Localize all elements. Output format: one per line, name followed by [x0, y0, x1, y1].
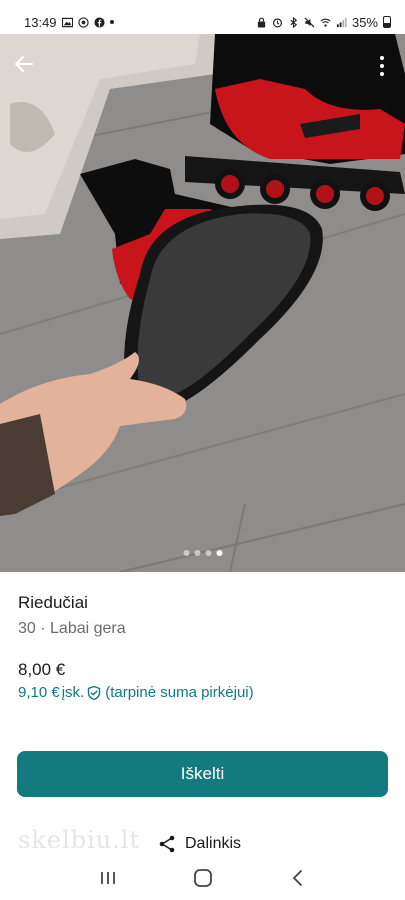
system-back-button[interactable]	[278, 858, 318, 898]
listing-title: Riedučiai	[18, 593, 88, 612]
pager-dot[interactable]	[205, 550, 211, 556]
buyer-price-detail: (tarpinė suma pirkėjui)	[105, 684, 254, 701]
status-right: 35%	[256, 15, 391, 30]
pager-dot[interactable]	[183, 550, 189, 556]
listing-condition: Labai gera	[50, 620, 126, 637]
share-icon	[159, 835, 175, 853]
bump-listing-button[interactable]: Iškelti	[17, 751, 388, 797]
home-icon	[193, 868, 212, 887]
status-left: 13:49	[24, 15, 114, 30]
photo-image	[0, 34, 405, 572]
more-vertical-icon-dot	[380, 56, 384, 60]
share-label: Dalinkis	[185, 835, 242, 852]
buyer-price-row[interactable]: 9,10 € įsk. (tarpinė suma pirkėjui)	[18, 684, 254, 701]
subtitle-separator: ·	[40, 620, 46, 637]
pager-dot[interactable]	[194, 550, 200, 556]
pager-dot-active[interactable]	[216, 550, 222, 556]
buyer-price: 9,10 €	[18, 684, 60, 701]
battery-percentage: 35%	[351, 14, 378, 30]
back-button[interactable]	[8, 48, 40, 80]
arrow-left-icon	[15, 56, 33, 72]
facebook-notification-icon	[94, 16, 105, 28]
listing-subtitle: 30 · Labai gera	[18, 620, 126, 638]
listing-size: 30	[18, 620, 36, 637]
battery-icon	[383, 16, 391, 28]
signal-icon	[336, 17, 347, 27]
messenger-notification-icon	[77, 16, 89, 28]
recents-button[interactable]	[88, 858, 128, 898]
home-button[interactable]	[183, 858, 223, 898]
bluetooth-icon	[290, 16, 298, 28]
recents-icon	[100, 871, 115, 884]
system-nav-bar	[0, 855, 405, 900]
more-vertical-icon-dot	[380, 64, 384, 68]
watermark-logo: skelbiu.lt	[18, 826, 141, 854]
buyer-price-note: įsk.	[61, 684, 85, 701]
shield-check-icon	[88, 685, 101, 700]
chevron-left-icon	[292, 869, 302, 886]
more-options-button[interactable]	[371, 50, 393, 82]
lock-icon	[257, 17, 266, 28]
more-vertical-icon-dot	[380, 72, 384, 76]
listing-price: 8,00 €	[18, 660, 66, 679]
share-button[interactable]: Dalinkis	[157, 834, 241, 854]
photo-pager	[183, 550, 222, 556]
status-time: 13:49	[24, 14, 57, 30]
wifi-icon	[320, 18, 331, 27]
mute-icon	[304, 16, 315, 28]
listing-photo[interactable]	[0, 34, 405, 572]
alarm-icon	[272, 17, 283, 27]
more-notifications-dot	[109, 20, 114, 24]
gallery-notification-icon	[61, 17, 73, 27]
